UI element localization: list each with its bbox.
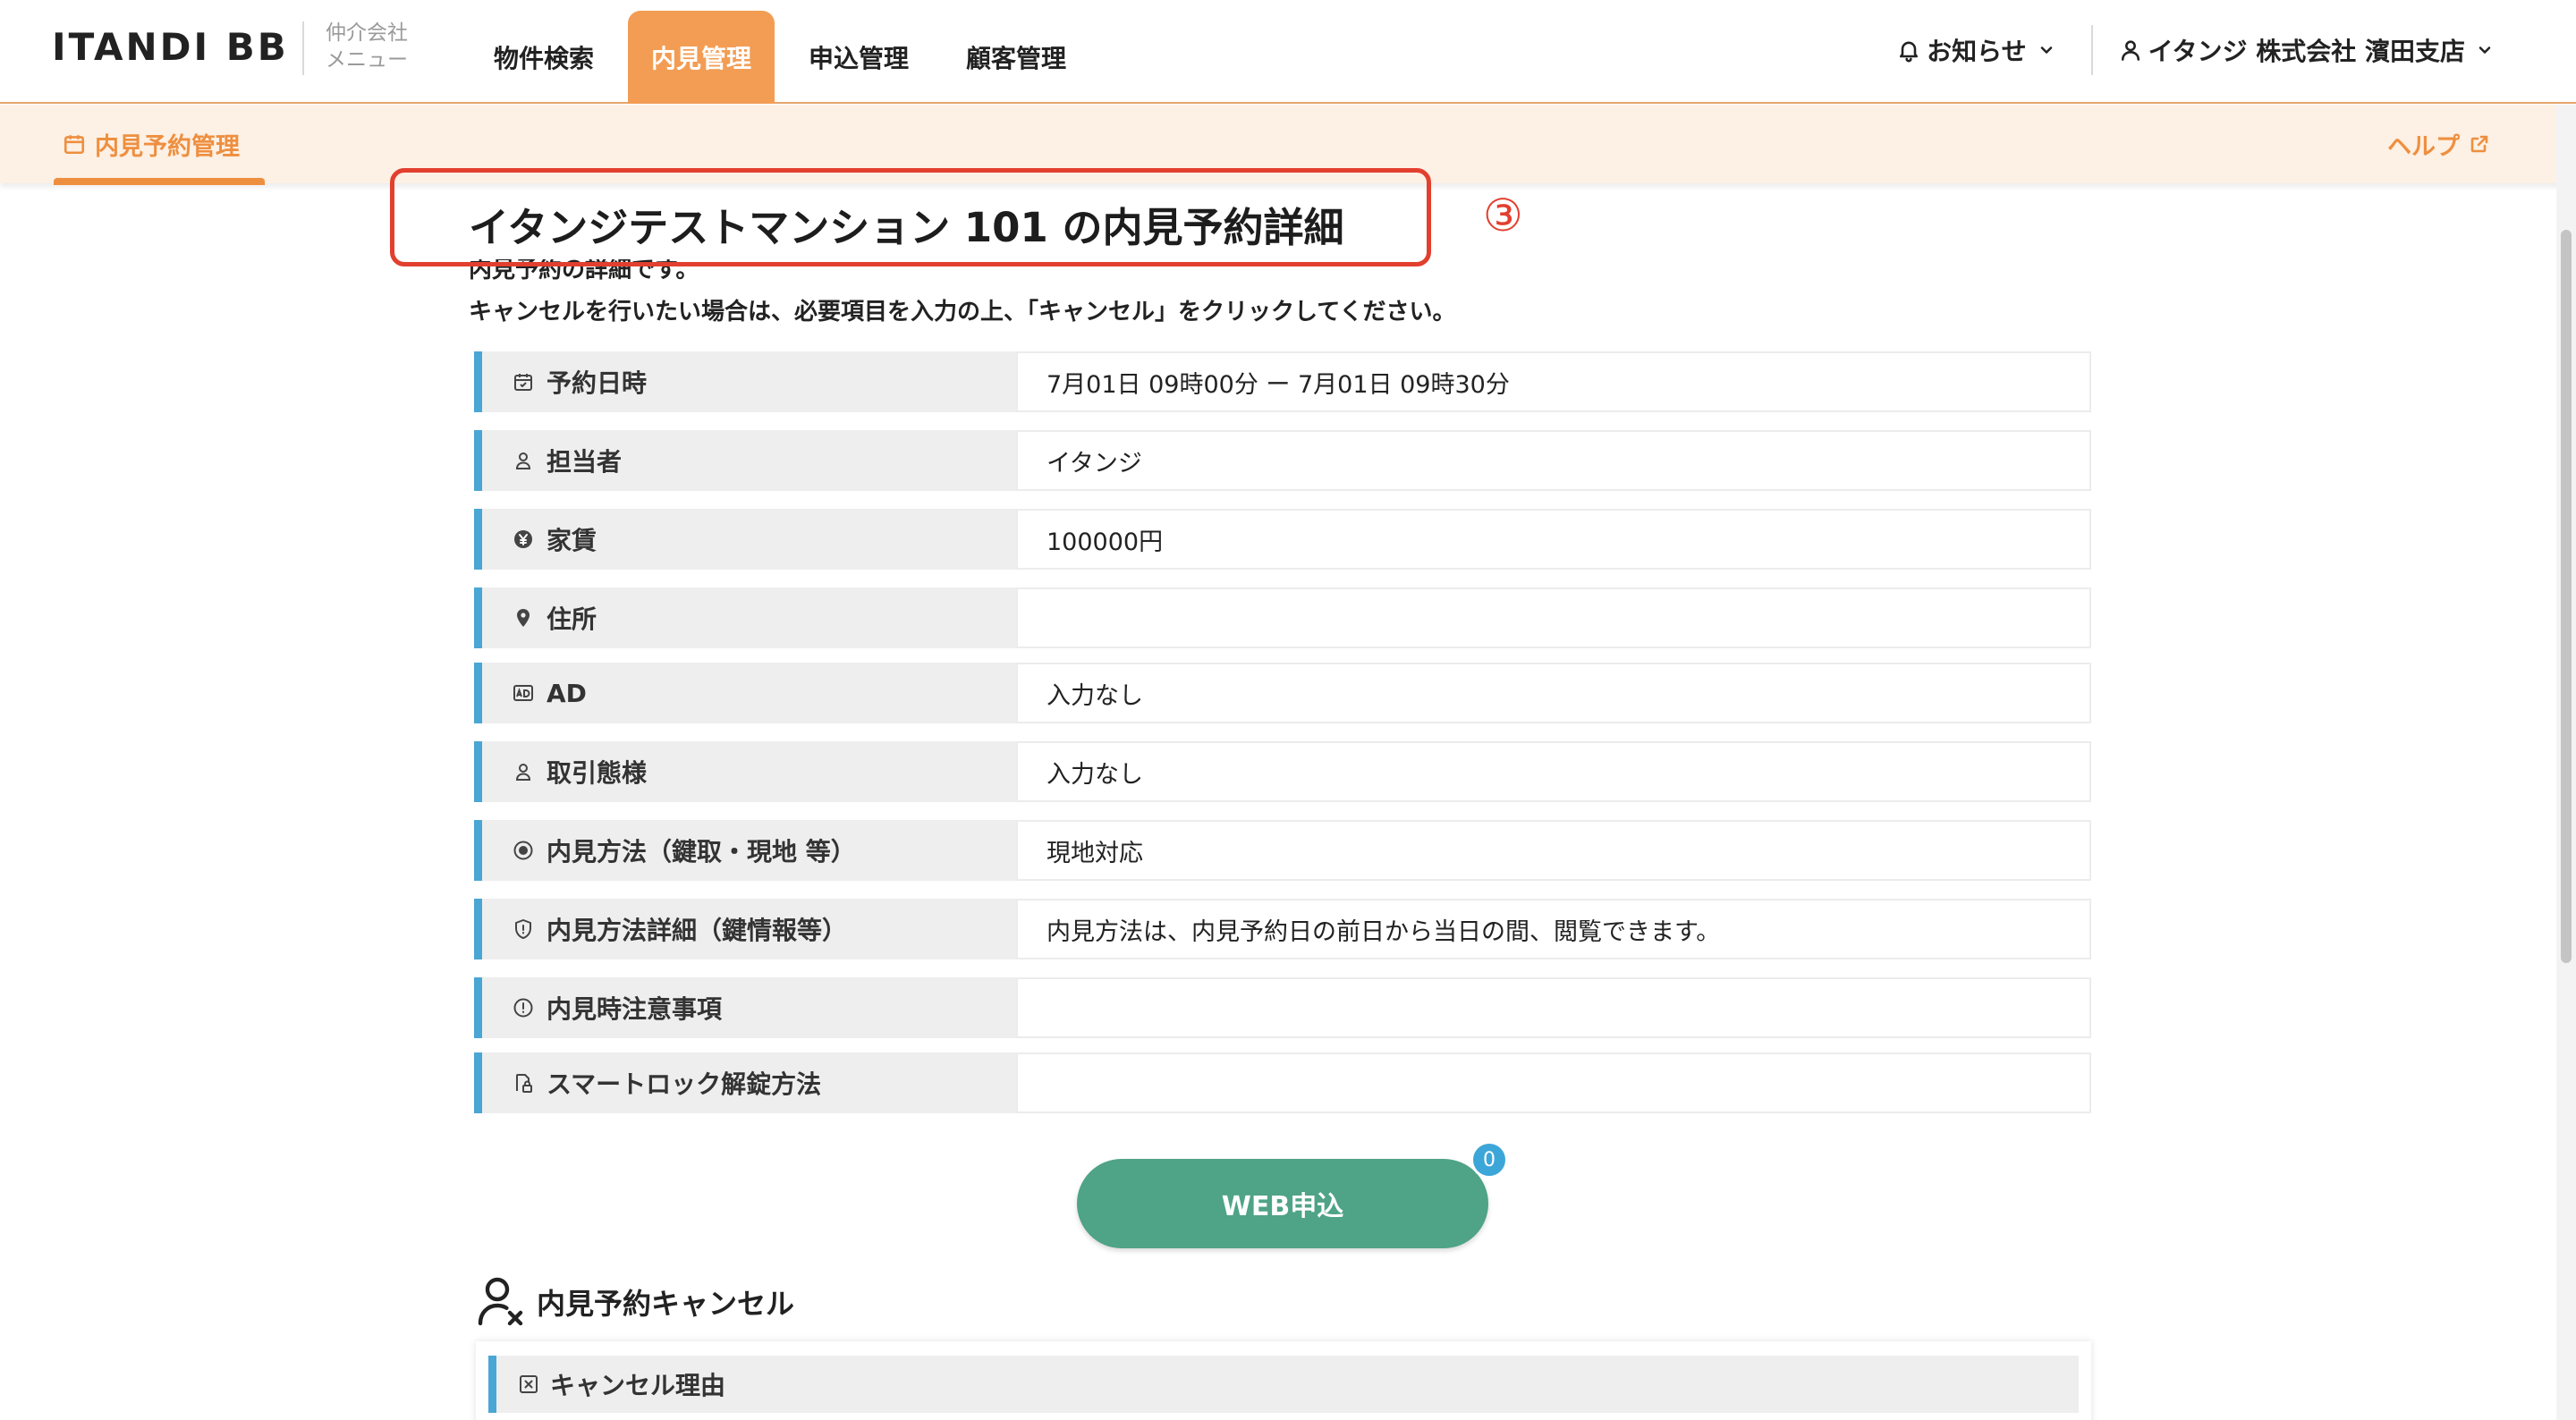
- detail-label: 取引態様: [474, 741, 1016, 802]
- detail-label: 家賃: [474, 509, 1016, 570]
- top-navigation-bar: ITANDI BB 仲介会社 メニュー 物件検索 内見管理 申込管理 顧客管理 …: [0, 0, 2576, 104]
- detail-label: スマートロック解錠方法: [474, 1052, 1016, 1113]
- detail-value: イタンジ: [1016, 430, 2091, 491]
- header-right: お知らせ イタンジ 株式会社 濱田支店: [1896, 25, 2499, 75]
- detail-row-rent: 家賃 100000円: [474, 509, 2091, 570]
- user-icon: [2121, 40, 2140, 61]
- detail-row-viewing-method-detail: 内見方法詳細（鍵情報等） 内見方法は、内見予約日の前日から当日の間、閲覧できます…: [474, 899, 2091, 959]
- nav-application-management[interactable]: 申込管理: [785, 11, 932, 104]
- web-apply-count-badge: 0: [1470, 1141, 1508, 1179]
- detail-row-staff: 担当者 イタンジ: [474, 430, 2091, 491]
- detail-label: 予約日時: [474, 351, 1016, 412]
- tab-viewing-reservation-management[interactable]: 内見予約管理: [54, 105, 249, 183]
- detail-label: 担当者: [474, 430, 1016, 491]
- detail-row-smart-lock: スマートロック解錠方法: [474, 1052, 2091, 1113]
- detail-value: 100000円: [1016, 509, 2091, 570]
- alert-circle-icon: [513, 998, 533, 1018]
- help-label: ヘルプ: [2387, 132, 2460, 161]
- detail-row-datetime: 予約日時 7月01日 09時00分 ー 7月01日 09時30分: [474, 351, 2091, 412]
- nav-property-search[interactable]: 物件検索: [470, 11, 617, 104]
- detail-label: 内見時注意事項: [474, 977, 1016, 1038]
- nav-viewing-management[interactable]: 内見管理: [628, 11, 775, 104]
- smart-lock-icon: [516, 1074, 532, 1093]
- step-marker: ③: [1483, 190, 1523, 241]
- help-link[interactable]: ヘルプ: [2387, 105, 2490, 183]
- header-divider: [2090, 25, 2093, 75]
- detail-label: 住所: [474, 587, 1016, 648]
- external-link-icon: [2470, 135, 2488, 153]
- detail-row-viewing-notes: 内見時注意事項: [474, 977, 2091, 1038]
- scrollbar-thumb[interactable]: [2561, 230, 2572, 963]
- detail-value: [1016, 977, 2091, 1038]
- nav-customer-management[interactable]: 顧客管理: [943, 11, 1089, 104]
- cancel-form-card: キャンセル理由: [476, 1341, 2091, 1420]
- location-pin-icon: [517, 609, 530, 627]
- detail-label: 内見方法（鍵取・現地 等）: [474, 820, 1016, 881]
- cancel-section-heading: 内見予約キャンセル: [476, 1273, 794, 1331]
- notice-label: お知らせ: [1927, 37, 2027, 66]
- shield-icon: [515, 919, 531, 939]
- detail-value: 7月01日 09時00分 ー 7月01日 09時30分: [1016, 351, 2091, 412]
- itandi-bb-logo[interactable]: ITANDI BB: [52, 25, 289, 69]
- notice-dropdown[interactable]: お知らせ: [1896, 32, 2060, 68]
- detail-label: 内見方法詳細（鍵情報等）: [474, 899, 1016, 959]
- account-label: イタンジ 株式会社 濱田支店: [2148, 37, 2465, 66]
- cancel-reason-label: キャンセル理由: [550, 1371, 726, 1400]
- yen-icon: [514, 530, 532, 548]
- broker-menu-label: 仲介会社 メニュー: [326, 20, 408, 73]
- bell-icon: [1900, 41, 1919, 63]
- page-title: イタンジテストマンション 101 の内見予約詳細: [469, 204, 1344, 251]
- main-nav: 物件検索 内見管理 申込管理 顧客管理: [470, 11, 1100, 104]
- cancel-reason-label-row: キャンセル理由: [488, 1356, 2079, 1413]
- ad-icon: [513, 685, 533, 701]
- detail-value: 入力なし: [1016, 741, 2091, 802]
- active-tab-underline: [54, 178, 265, 185]
- calendar-icon: [514, 374, 532, 391]
- detail-row-address: 住所: [474, 587, 2091, 648]
- detail-value: [1016, 587, 2091, 648]
- chevron-down-icon: [2040, 46, 2052, 54]
- close-box-icon: [520, 1375, 538, 1393]
- user-remove-icon: [478, 1277, 523, 1326]
- tab-label: 内見予約管理: [95, 132, 240, 161]
- detail-value: 入力なし: [1016, 663, 2091, 723]
- detail-value: 現地対応: [1016, 820, 2091, 881]
- detail-label: AD: [474, 663, 1016, 723]
- logo-sub-line2: メニュー: [326, 48, 408, 72]
- page-description-line2: キャンセルを行いたい場合は、必要項目を入力の上、「キャンセル」をクリックしてくだ…: [469, 299, 1456, 325]
- target-icon: [513, 841, 533, 860]
- detail-row-viewing-method: 内見方法（鍵取・現地 等） 現地対応: [474, 820, 2091, 881]
- detail-value: [1016, 1052, 2091, 1113]
- calendar-icon: [64, 135, 85, 155]
- account-dropdown[interactable]: イタンジ 株式会社 濱田支店: [2118, 32, 2499, 68]
- person-icon: [515, 764, 531, 781]
- detail-value: 内見方法は、内見予約日の前日から当日の間、閲覧できます。: [1016, 899, 2091, 959]
- logo-sub-line1: 仲介会社: [326, 21, 408, 45]
- reservation-details-table: 予約日時 7月01日 09時00分 ー 7月01日 09時30分 担当者 イタン…: [474, 351, 2091, 1128]
- chevron-down-icon: [2479, 46, 2491, 54]
- web-apply-button[interactable]: WEB申込: [1077, 1159, 1488, 1248]
- page-scrollbar[interactable]: [2556, 105, 2576, 1420]
- detail-row-transaction-type: 取引態様 入力なし: [474, 741, 2091, 802]
- cancel-heading-text: 内見予約キャンセル: [537, 1287, 795, 1321]
- logo-divider: [302, 21, 304, 75]
- detail-row-ad: AD 入力なし: [474, 663, 2091, 723]
- person-icon: [515, 452, 531, 469]
